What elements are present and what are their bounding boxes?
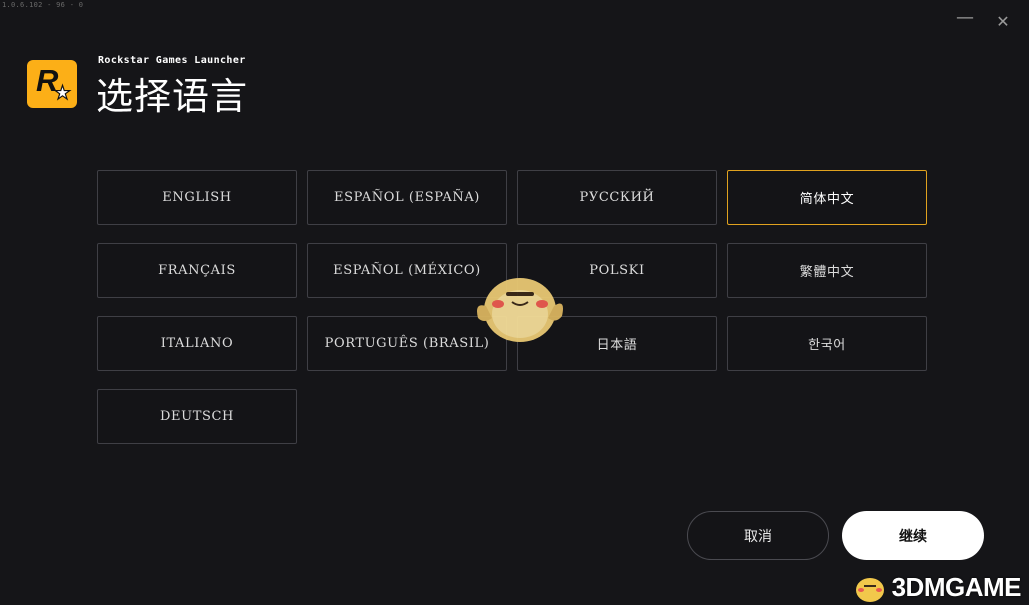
star-icon: ★ xyxy=(53,81,72,104)
rockstar-logo: R ★ xyxy=(27,60,77,108)
close-icon[interactable]: ✕ xyxy=(993,12,1013,32)
launcher-window: 1.0.6.102 - 96 - 0 — ✕ R ★ Rockstar Game… xyxy=(0,0,1029,605)
language-option-german[interactable]: DEUTSCH xyxy=(97,389,297,444)
minimize-icon[interactable]: — xyxy=(955,9,975,32)
window-controls: — ✕ xyxy=(955,9,1013,32)
app-name: Rockstar Games Launcher xyxy=(98,55,246,66)
version-text: 1.0.6.102 - 96 - 0 xyxy=(2,1,84,9)
watermark-text: 3DMGAME xyxy=(891,572,1022,602)
language-option-simplified-chinese[interactable]: 简体中文 xyxy=(727,170,927,225)
language-option-russian[interactable]: РУССКИЙ xyxy=(517,170,717,225)
language-option-traditional-chinese[interactable]: 繁體中文 xyxy=(727,243,927,298)
watermark-mascot-icon xyxy=(477,278,563,342)
cancel-button[interactable]: 取消 xyxy=(687,511,829,560)
watermark: 3DMGAME xyxy=(852,572,1022,603)
action-bar: 取消 继续 xyxy=(687,511,984,560)
language-option-french[interactable]: FRANÇAIS xyxy=(97,243,297,298)
page-title: 选择语言 xyxy=(96,75,248,118)
language-option-espanol-espana[interactable]: ESPAÑOL (ESPAÑA) xyxy=(307,170,507,225)
language-option-korean[interactable]: 한국어 xyxy=(727,316,927,371)
language-option-italian[interactable]: ITALIANO xyxy=(97,316,297,371)
language-option-english[interactable]: ENGLISH xyxy=(97,170,297,225)
continue-button[interactable]: 继续 xyxy=(842,511,984,560)
watermark-chick-icon xyxy=(855,577,884,602)
